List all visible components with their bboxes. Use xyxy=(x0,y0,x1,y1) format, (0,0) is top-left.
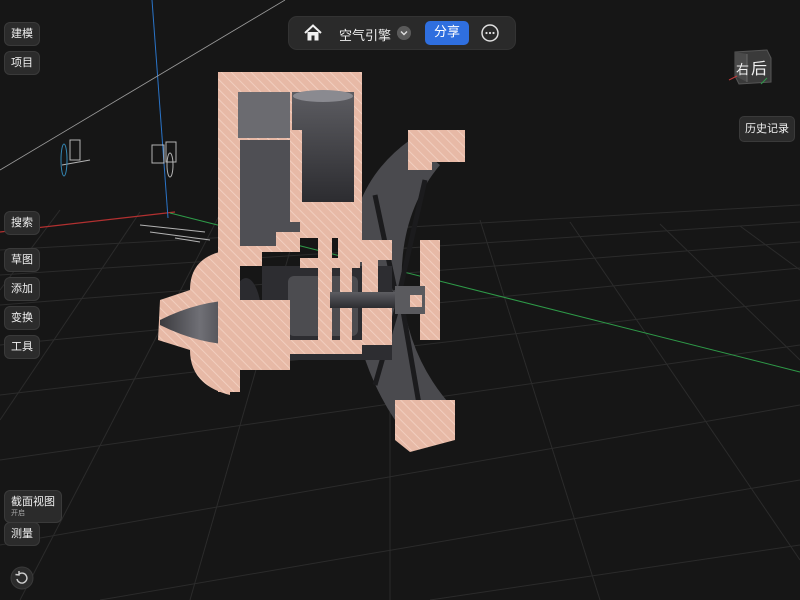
measure-button[interactable]: 测量 xyxy=(4,522,40,546)
view-cube-right-face[interactable]: 右 xyxy=(736,63,749,78)
build-button[interactable]: 建模 xyxy=(4,22,40,46)
share-button[interactable]: 分享 xyxy=(425,21,469,45)
search-button[interactable]: 搜索 xyxy=(4,211,40,235)
tools-button[interactable]: 工具 xyxy=(4,335,40,359)
document-title[interactable]: 空气引擎 xyxy=(339,25,391,44)
background-parts xyxy=(60,139,211,243)
home-icon[interactable] xyxy=(303,23,323,43)
engine-section-model xyxy=(158,72,465,452)
z-axis xyxy=(151,0,169,219)
transform-button[interactable]: 变换 xyxy=(4,306,40,330)
3d-viewport[interactable] xyxy=(0,0,800,600)
reset-view-icon[interactable] xyxy=(10,566,34,590)
view-cube[interactable]: 右 后 xyxy=(727,46,773,86)
view-cube-back-face[interactable]: 后 xyxy=(751,59,767,78)
more-icon[interactable] xyxy=(481,24,499,42)
sketch-button[interactable]: 草图 xyxy=(4,248,40,272)
section-view-label: 截面视图 xyxy=(11,495,55,508)
project-button[interactable]: 项目 xyxy=(4,51,40,75)
history-button[interactable]: 历史记录 xyxy=(739,116,795,142)
section-view-status: 开启 xyxy=(11,509,25,517)
chevron-down-icon[interactable] xyxy=(397,26,411,40)
add-button[interactable]: 添加 xyxy=(4,277,40,301)
top-toolbar: 空气引擎 分享 xyxy=(288,16,516,50)
section-view-button[interactable]: 截面视图 开启 xyxy=(4,490,62,523)
